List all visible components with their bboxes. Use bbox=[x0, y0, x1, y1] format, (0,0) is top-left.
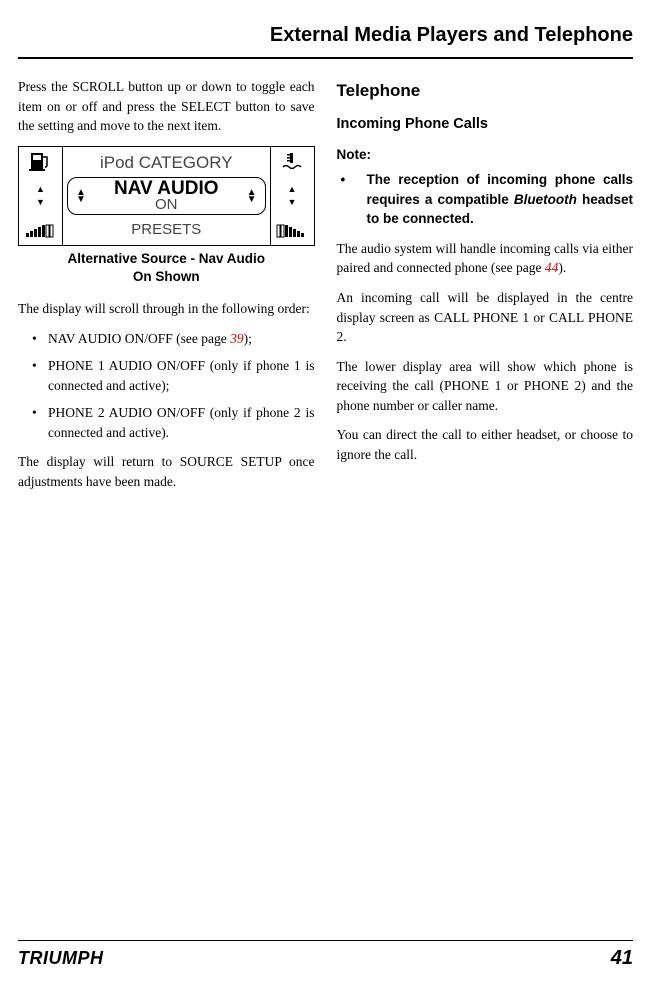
fuel-icon bbox=[28, 151, 54, 171]
footer-rule bbox=[18, 940, 633, 941]
telephone-p2: An incoming call will be displayed in th… bbox=[337, 288, 634, 347]
left-arrows-box: ▲ ▼ bbox=[19, 175, 63, 217]
note-body: The reception of incoming phone calls re… bbox=[337, 170, 634, 229]
display-panel: iPod CATEGORY ▲ ▼ ▲▼ NAV AUDIO ON ▲▼ bbox=[18, 146, 315, 246]
fuel-icon-box bbox=[19, 147, 63, 176]
nav-arrows-left-icon: ▲▼ bbox=[76, 189, 86, 203]
nav-sub-text: ON bbox=[68, 197, 265, 212]
incoming-heading: Incoming Phone Calls bbox=[337, 114, 634, 135]
gauge-right-icon-box bbox=[270, 217, 314, 245]
caption-line1: Alternative Source - Nav Audio bbox=[67, 251, 265, 266]
right-arrows-box: ▲ ▼ bbox=[270, 175, 314, 217]
gauge-bars-right-icon bbox=[276, 223, 308, 239]
page-number: 41 bbox=[611, 947, 633, 970]
content-columns: Press the SCROLL button up or down to to… bbox=[18, 77, 633, 502]
page-ref-link[interactable]: 44 bbox=[545, 260, 559, 275]
intro-paragraph: Press the SCROLL button up or down to to… bbox=[18, 77, 315, 136]
temp-icon-box bbox=[270, 147, 314, 176]
note-label: Note: bbox=[337, 145, 634, 165]
list-item: PHONE 1 AUDIO ON/OFF (only if phone 1 is… bbox=[48, 356, 315, 395]
temp-icon bbox=[279, 151, 305, 171]
bluetooth-word: Bluetooth bbox=[514, 192, 577, 207]
left-column: Press the SCROLL button up or down to to… bbox=[18, 77, 315, 502]
gauge-bars-left-icon bbox=[25, 223, 57, 239]
page-ref-link[interactable]: 39 bbox=[230, 331, 244, 346]
arrow-up-icon: ▲ bbox=[36, 183, 45, 196]
display-row3-text: PRESETS bbox=[63, 217, 270, 245]
telephone-p1: The audio system will handle incoming ca… bbox=[337, 239, 634, 278]
right-column: Telephone Incoming Phone Calls Note: The… bbox=[337, 77, 634, 502]
scroll-order-intro: The display will scroll through in the f… bbox=[18, 299, 315, 319]
arrow-down-icon: ▼ bbox=[288, 196, 297, 209]
display-row-1: iPod CATEGORY bbox=[19, 147, 314, 176]
display-row-2: ▲ ▼ ▲▼ NAV AUDIO ON ▲▼ ▲ ▼ bbox=[19, 175, 314, 217]
gauge-left-icon-box bbox=[19, 217, 63, 245]
display-caption: Alternative Source - Nav Audio On Shown bbox=[18, 250, 315, 285]
display-nav-center: ▲▼ NAV AUDIO ON ▲▼ bbox=[63, 175, 270, 217]
display-row1-text: iPod CATEGORY bbox=[63, 147, 270, 176]
triumph-logo: TRIUMPH bbox=[18, 948, 104, 969]
telephone-p4: You can direct the call to either headse… bbox=[337, 425, 634, 464]
caption-line2: On Shown bbox=[133, 269, 200, 284]
telephone-heading: Telephone bbox=[337, 79, 634, 104]
list-item: NAV AUDIO ON/OFF (see page 39); bbox=[48, 329, 315, 349]
page-header: External Media Players and Telephone bbox=[18, 24, 633, 47]
arrow-down-icon: ▼ bbox=[36, 196, 45, 209]
nav-arrows-right-icon: ▲▼ bbox=[247, 189, 257, 203]
scroll-order-list: NAV AUDIO ON/OFF (see page 39); PHONE 1 … bbox=[18, 329, 315, 443]
return-text: The display will return to SOURCE SETUP … bbox=[18, 452, 315, 491]
list-item: PHONE 2 AUDIO ON/OFF (only if phone 2 is… bbox=[48, 403, 315, 442]
telephone-p3: The lower display area will show which p… bbox=[337, 357, 634, 416]
page-footer: TRIUMPH 41 bbox=[18, 940, 633, 970]
arrow-up-icon: ▲ bbox=[288, 183, 297, 196]
display-row-3: PRESETS bbox=[19, 217, 314, 245]
header-rule bbox=[18, 57, 633, 59]
nav-audio-box: ▲▼ NAV AUDIO ON ▲▼ bbox=[67, 177, 266, 215]
